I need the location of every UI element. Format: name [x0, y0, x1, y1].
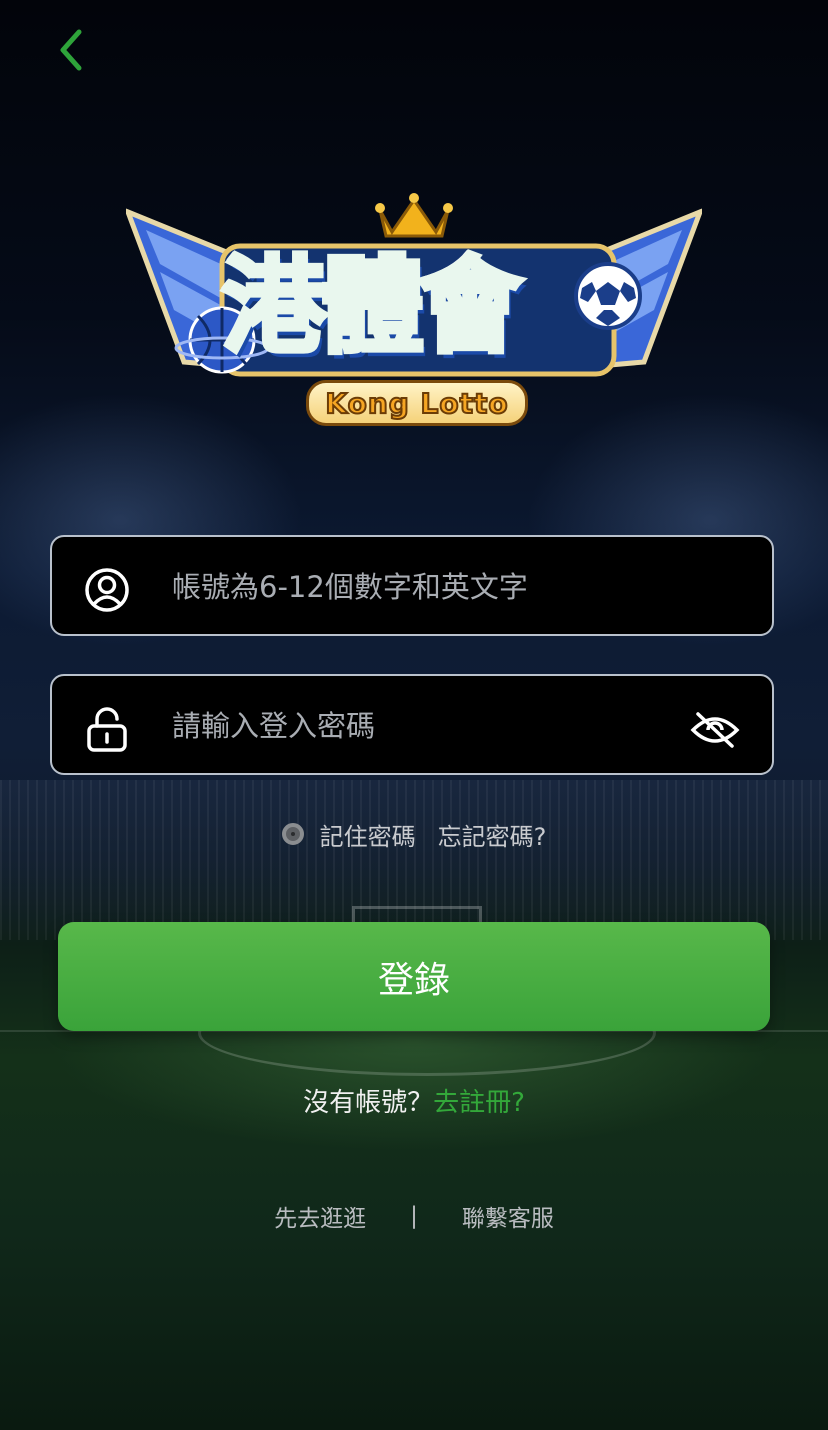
password-visibility-toggle[interactable] — [690, 710, 740, 750]
browse-first-link[interactable]: 先去逛逛 — [274, 1199, 366, 1233]
account-input[interactable] — [170, 537, 654, 636]
forgot-password-link[interactable]: 忘記密碼? — [438, 817, 547, 852]
eye-off-icon — [690, 712, 740, 748]
back-button[interactable] — [48, 28, 92, 72]
soccer-ball-icon — [574, 262, 642, 330]
lock-icon — [87, 707, 127, 752]
crown-icon — [375, 193, 453, 238]
logo-subtitle: Kong Lotto — [306, 380, 528, 426]
logo-title: 港體會 — [219, 245, 524, 367]
footer-separator: | — [410, 1203, 418, 1229]
contact-support-link[interactable]: 聯繫客服 — [462, 1199, 554, 1233]
chevron-left-icon — [60, 29, 82, 71]
remember-password-checkbox[interactable]: 記住密碼 — [281, 817, 416, 852]
password-field[interactable] — [50, 674, 774, 775]
login-button[interactable]: 登錄 — [58, 922, 770, 1031]
register-prompt: 沒有帳號？去註冊? — [0, 1082, 828, 1119]
user-icon — [85, 568, 129, 612]
footer-links: 先去逛逛 | 聯繫客服 — [0, 1196, 828, 1236]
password-input[interactable] — [170, 676, 654, 775]
remember-password-label: 記住密碼 — [319, 822, 416, 851]
register-prompt-text: 沒有帳號？ — [303, 1088, 434, 1118]
account-field[interactable] — [50, 535, 774, 636]
radio-icon — [281, 823, 304, 845]
login-options: 記住密碼 忘記密碼? — [0, 814, 828, 854]
register-link[interactable]: 去註冊? — [433, 1088, 525, 1118]
